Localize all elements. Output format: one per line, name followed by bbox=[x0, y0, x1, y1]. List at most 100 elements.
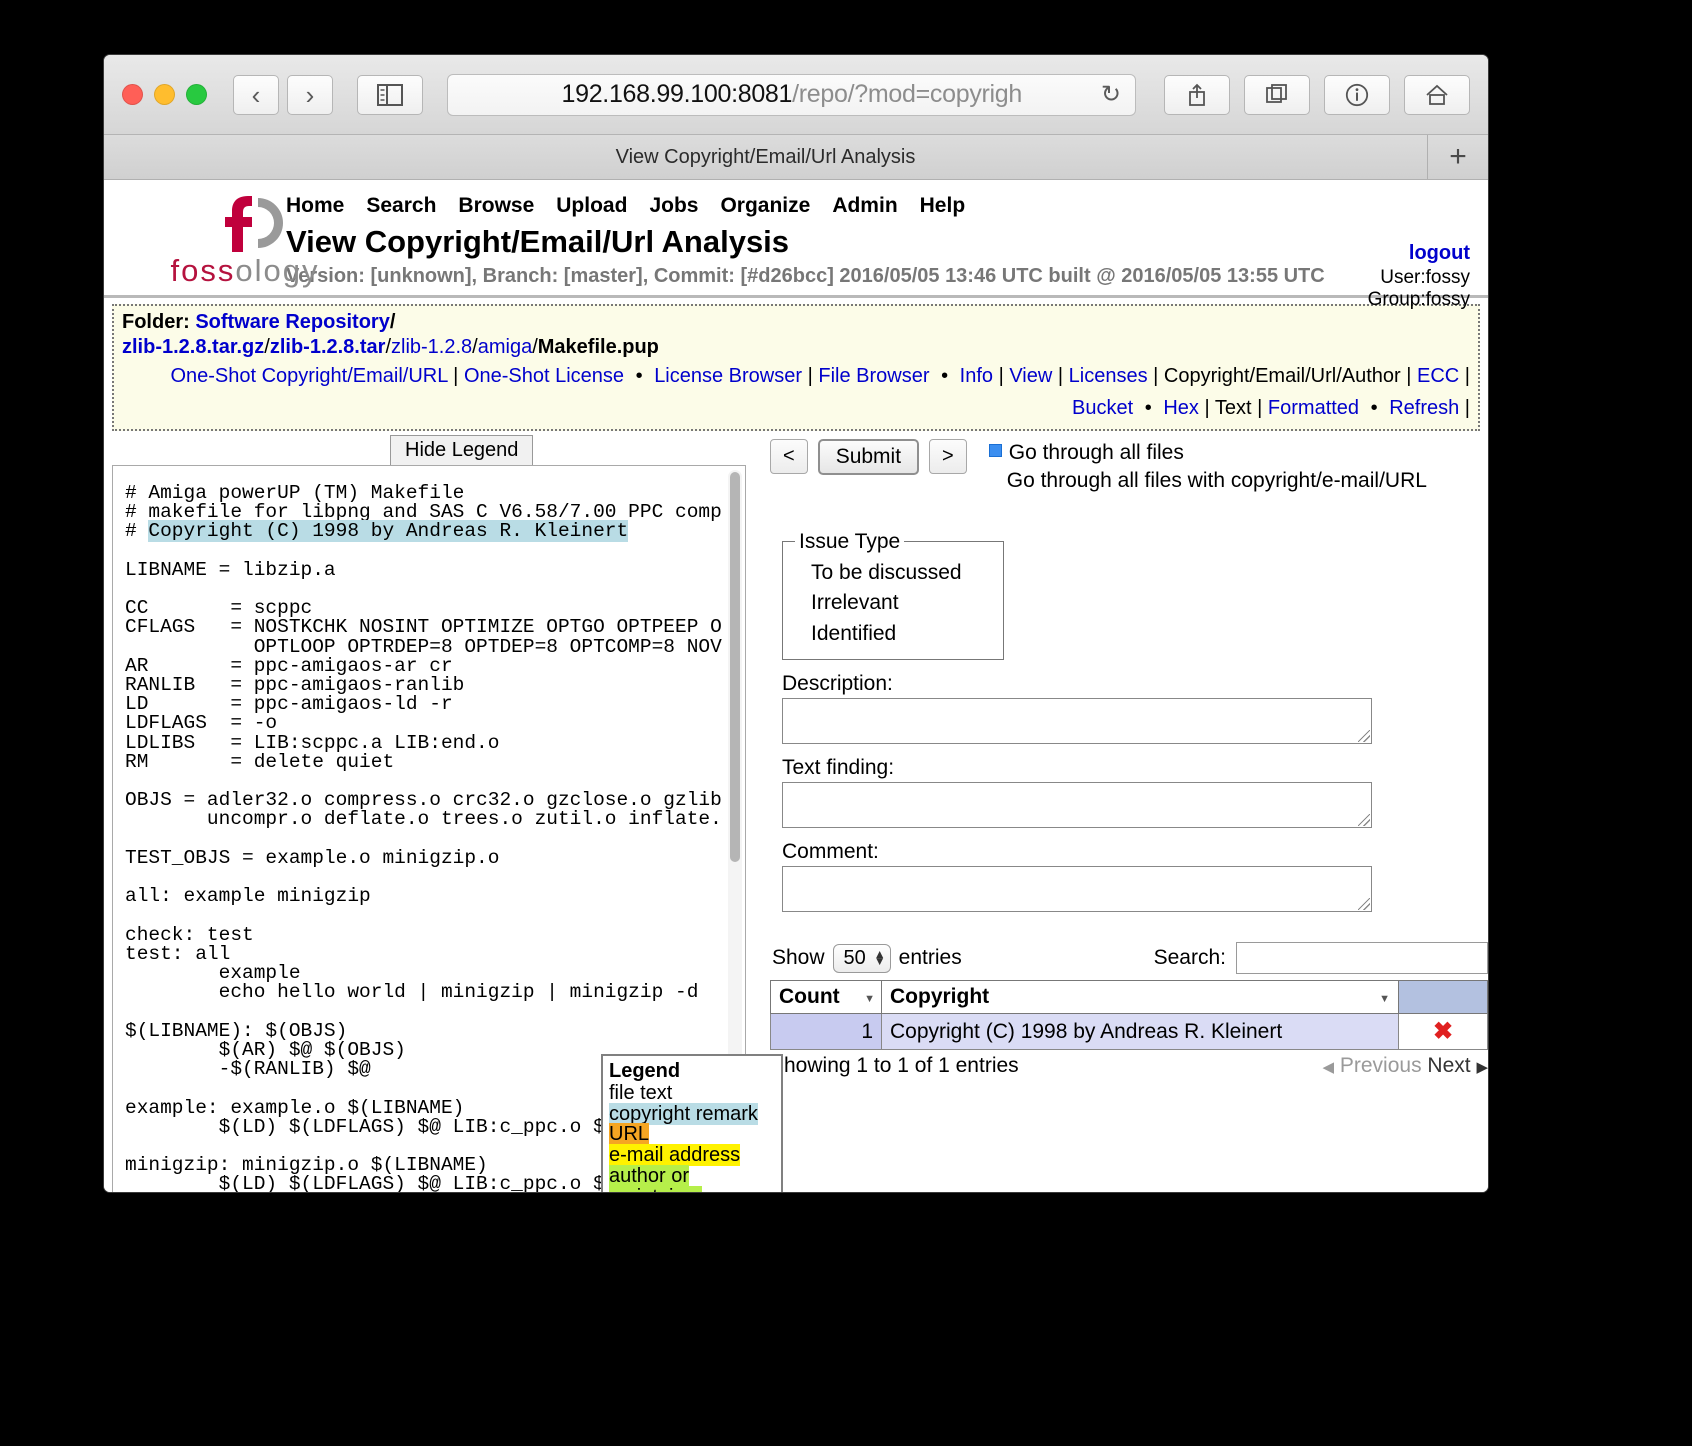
radio-selected-icon[interactable] bbox=[988, 444, 1002, 457]
go-all-files-option[interactable]: Go through all files bbox=[988, 439, 1427, 467]
nav-link[interactable]: Hex bbox=[1163, 397, 1199, 419]
issue-type-identified[interactable]: Identified bbox=[795, 619, 993, 649]
go-all-files-copyright-option[interactable]: Go through all files with copyright/e-ma… bbox=[989, 467, 1427, 495]
nav-link[interactable]: Refresh bbox=[1389, 397, 1459, 419]
table-row[interactable]: 1 Copyright (C) 1998 by Andreas R. Klein… bbox=[770, 1013, 1488, 1050]
nav-separator: • bbox=[941, 365, 949, 387]
menu-item-organize[interactable]: Organize bbox=[720, 194, 810, 217]
share-button[interactable] bbox=[1164, 74, 1230, 115]
nav-link[interactable]: ECC bbox=[1417, 365, 1459, 387]
submit-button[interactable]: Submit bbox=[817, 439, 920, 475]
fossology-wordmark: fossology bbox=[170, 253, 320, 288]
menu-item-jobs[interactable]: Jobs bbox=[649, 194, 698, 217]
entries-label: entries bbox=[898, 946, 962, 969]
column-header-count[interactable]: Count ▼ bbox=[770, 980, 882, 1014]
file-text-frame: # Amiga powerUP (TM) Makefile # makefile… bbox=[112, 465, 783, 1192]
main-menu: Home Search Browse Upload Jobs Organize Admin H… bbox=[286, 188, 1476, 218]
next-page-button[interactable]: Next bbox=[1427, 1054, 1470, 1077]
nav-link[interactable]: Info bbox=[960, 365, 993, 387]
issue-type-irrelevant[interactable]: Irrelevant bbox=[795, 588, 993, 618]
nav-separator: | bbox=[1464, 365, 1470, 387]
prev-file-button[interactable]: < bbox=[770, 439, 808, 474]
nav-separator: | bbox=[1406, 365, 1412, 387]
resize-grip-icon[interactable] bbox=[1358, 814, 1370, 826]
nav-link[interactable]: One-Shot License bbox=[464, 365, 624, 387]
nav-separator: • bbox=[635, 365, 643, 387]
nav-link[interactable]: Formatted bbox=[1268, 397, 1359, 419]
minimize-window-button[interactable] bbox=[154, 84, 175, 105]
home-button[interactable] bbox=[1404, 74, 1470, 115]
menu-item-browse[interactable]: Browse bbox=[458, 194, 534, 217]
nav-links-row1: One-Shot Copyright/Email/URL | One-Shot … bbox=[122, 362, 1470, 391]
menu-item-search[interactable]: Search bbox=[366, 194, 436, 217]
tab-bar: View Copyright/Email/Url Analysis + bbox=[104, 135, 1488, 180]
chevron-right-icon: › bbox=[305, 79, 315, 110]
delete-row-button[interactable]: ✖ bbox=[1398, 1013, 1488, 1050]
version-info: Version: [unknown], Branch: [master], Co… bbox=[286, 265, 1325, 287]
menu-item-upload[interactable]: Upload bbox=[556, 194, 627, 217]
logout-link[interactable]: logout bbox=[1368, 242, 1470, 265]
nav-separator: | bbox=[1257, 397, 1263, 419]
new-tab-button[interactable]: + bbox=[1428, 135, 1488, 179]
nav-separator: | bbox=[998, 365, 1004, 387]
issue-type-fieldset: Issue Type To be discussed Irrelevant Id… bbox=[782, 529, 1004, 660]
fossology-logo-icon bbox=[225, 196, 284, 252]
path-segment[interactable]: amiga bbox=[478, 336, 532, 358]
text-finding-input[interactable] bbox=[782, 782, 1372, 828]
comment-input[interactable] bbox=[782, 866, 1372, 912]
search-input[interactable] bbox=[1236, 942, 1488, 974]
menu-item-help[interactable]: Help bbox=[920, 194, 966, 217]
folder-link[interactable]: Software Repository bbox=[195, 311, 389, 333]
nav-separator: • bbox=[1370, 397, 1378, 419]
copyright-highlight: Copyright (C) 1998 by Andreas R. Kleiner… bbox=[148, 520, 629, 543]
nav-buttons: ‹ › bbox=[233, 74, 333, 115]
path-segment[interactable]: zlib-1.2.8.tar bbox=[270, 336, 386, 358]
nav-link[interactable]: View bbox=[1009, 365, 1052, 387]
column-header-copyright[interactable]: Copyright ▼ bbox=[881, 980, 1399, 1014]
vertical-scrollbar-thumb[interactable] bbox=[730, 472, 740, 862]
previous-page-button[interactable]: Previous bbox=[1340, 1054, 1422, 1077]
nav-link[interactable]: Licenses bbox=[1069, 365, 1148, 387]
comment-label: Comment: bbox=[782, 840, 879, 863]
resize-grip-icon[interactable] bbox=[1358, 898, 1370, 910]
entries-per-page-select[interactable]: 50 ▲ ▼ bbox=[832, 943, 891, 973]
prev-page-icon[interactable]: ◀ bbox=[1322, 1059, 1334, 1076]
folder-slash: / bbox=[389, 311, 396, 333]
path-segment[interactable]: zlib-1.2.8.tar.gz bbox=[122, 336, 264, 358]
path-segment[interactable]: zlib-1.2.8 bbox=[391, 336, 472, 358]
chevron-left-icon: ‹ bbox=[251, 79, 261, 110]
reload-icon[interactable]: ↻ bbox=[1101, 80, 1121, 109]
path-segment: Makefile.pup bbox=[537, 336, 659, 358]
fossology-logo[interactable]: fossology bbox=[160, 194, 330, 289]
nav-link[interactable]: File Browser bbox=[818, 365, 929, 387]
next-file-button[interactable]: > bbox=[929, 439, 967, 474]
issue-type-to-be-discussed[interactable]: To be discussed bbox=[795, 558, 993, 588]
nav-link[interactable]: License Browser bbox=[654, 365, 802, 387]
info-icon bbox=[1345, 83, 1369, 106]
breadcrumb-panel: Folder: Software Repository/ zlib-1.2.8.… bbox=[112, 304, 1480, 431]
back-button[interactable]: ‹ bbox=[233, 74, 279, 115]
tabs-overview-button[interactable] bbox=[1244, 74, 1310, 115]
entries-per-page-value: 50 bbox=[843, 946, 866, 969]
nav-link[interactable]: Bucket bbox=[1072, 397, 1133, 419]
forward-button[interactable]: › bbox=[287, 74, 333, 115]
hide-legend-tab[interactable]: Hide Legend bbox=[390, 435, 534, 466]
show-sidebar-button[interactable] bbox=[357, 74, 423, 115]
nav-link[interactable]: One-Shot Copyright/Email/URL bbox=[170, 365, 447, 387]
sort-desc-icon: ▼ bbox=[864, 993, 875, 1005]
showing-entries-text: Showing 1 to 1 of 1 entries bbox=[770, 1054, 1019, 1077]
path-line: zlib-1.2.8.tar.gz/zlib-1.2.8.tar/zlib-1.… bbox=[122, 336, 1470, 359]
menu-item-admin[interactable]: Admin bbox=[832, 194, 897, 217]
close-window-button[interactable] bbox=[122, 84, 143, 105]
address-bar[interactable]: 192.168.99.100:8081/repo/?mod=copyright-… bbox=[447, 73, 1136, 116]
search-label: Search: bbox=[1153, 946, 1226, 969]
legend-item-url: URL bbox=[609, 1123, 650, 1146]
info-button[interactable] bbox=[1324, 74, 1390, 115]
maximize-window-button[interactable] bbox=[186, 84, 207, 105]
toolbar-right-buttons bbox=[1164, 74, 1470, 115]
description-input[interactable] bbox=[782, 698, 1372, 744]
next-page-icon[interactable]: ▶ bbox=[1476, 1059, 1488, 1076]
nav-separator: | bbox=[1057, 365, 1064, 387]
browser-tab[interactable]: View Copyright/Email/Url Analysis bbox=[104, 135, 1428, 179]
resize-grip-icon[interactable] bbox=[1358, 730, 1370, 742]
